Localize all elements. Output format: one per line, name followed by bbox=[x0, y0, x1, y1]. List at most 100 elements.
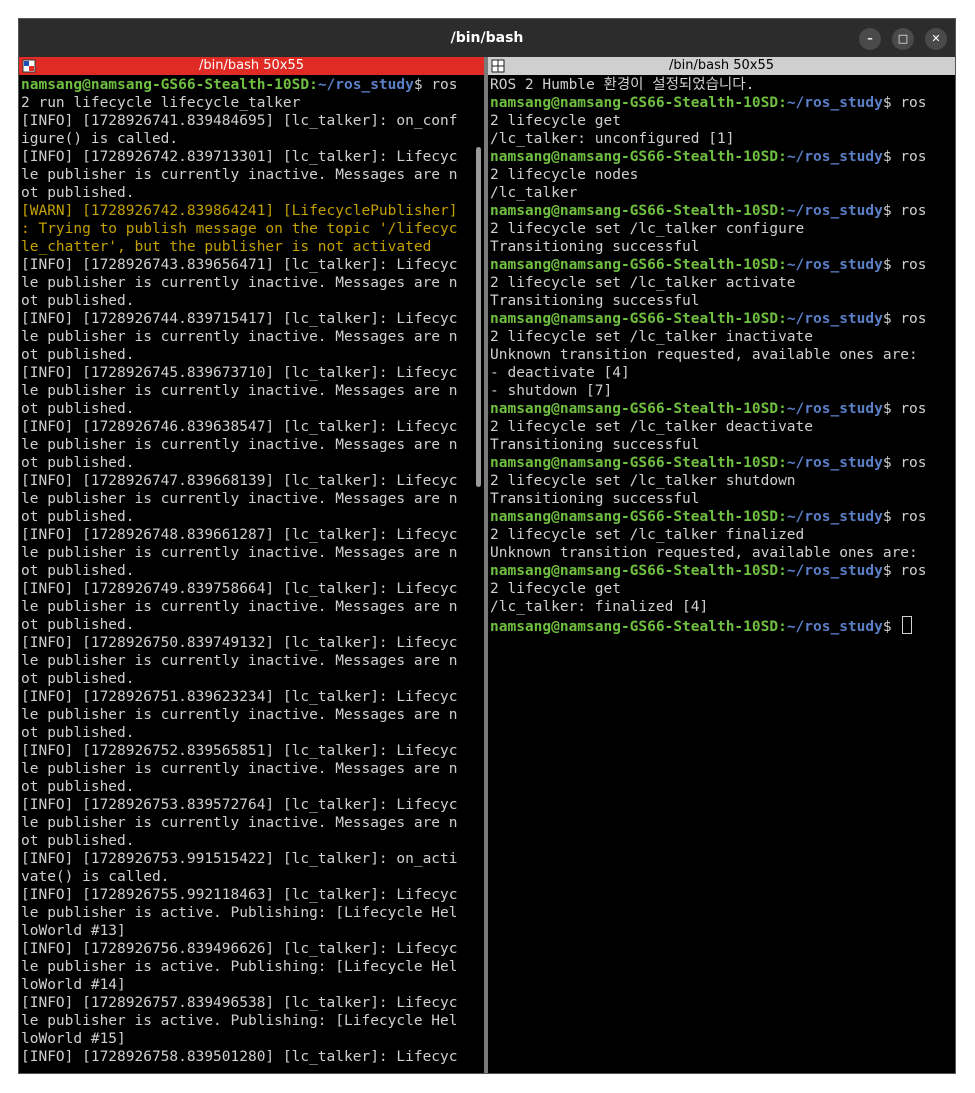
prompt-path: ~/ros_study bbox=[786, 95, 883, 111]
command-text: $ ros bbox=[882, 455, 927, 471]
title-bar[interactable]: /bin/bash – □ ✕ bbox=[19, 19, 955, 57]
output-line: [INFO] [1728926751.839623234] [lc_talker… bbox=[21, 688, 472, 706]
right-terminal-pane[interactable]: /bin/bash 50x55 ROS 2 Humble 환경이 설정되었습니다… bbox=[488, 57, 955, 1073]
output-line: [INFO] [1728926756.839496626] [lc_talker… bbox=[21, 940, 472, 958]
prompt-separator: : bbox=[778, 509, 787, 525]
output-line: ot published. bbox=[21, 508, 472, 526]
log-text: 2 lifecycle set /lc_talker deactivate bbox=[490, 419, 814, 435]
log-text: /lc_talker: finalized [4] bbox=[490, 599, 709, 615]
left-terminal-output[interactable]: namsang@namsang-GS66-Stealth-10SD:~/ros_… bbox=[21, 76, 472, 1073]
prompt-user: namsang@namsang-GS66-Stealth-10SD bbox=[490, 509, 779, 525]
minimize-button[interactable]: – bbox=[859, 28, 881, 50]
output-line: 2 lifecycle set /lc_talker activate bbox=[490, 274, 955, 292]
prompt-path: ~/ros_study bbox=[786, 257, 883, 273]
right-pane-header[interactable]: /bin/bash 50x55 bbox=[488, 57, 955, 75]
output-line: 2 run lifecycle lifecycle_talker bbox=[21, 94, 472, 112]
prompt-line: namsang@namsang-GS66-Stealth-10SD:~/ros_… bbox=[490, 400, 955, 418]
terminal-window: /bin/bash – □ ✕ /bin/bash 50x55 namsang@… bbox=[18, 18, 956, 1074]
output-line: 2 lifecycle set /lc_talker shutdown bbox=[490, 472, 955, 490]
log-text: Transitioning successful bbox=[490, 437, 700, 453]
output-line: igure() is called. bbox=[21, 130, 472, 148]
log-text: loWorld #13] bbox=[21, 923, 126, 939]
prompt-user: namsang@namsang-GS66-Stealth-10SD bbox=[490, 95, 779, 111]
output-line: Transitioning successful bbox=[490, 436, 955, 454]
prompt-path: ~/ros_study bbox=[786, 311, 883, 327]
prompt-user: namsang@namsang-GS66-Stealth-10SD bbox=[21, 77, 310, 93]
output-line: Unknown transition requested, available … bbox=[490, 346, 955, 364]
output-line: ot published. bbox=[21, 778, 472, 796]
log-text: [INFO] [1728926741.839484695] [lc_talker… bbox=[21, 113, 458, 129]
left-pane-header[interactable]: /bin/bash 50x55 bbox=[19, 57, 484, 75]
log-text: [INFO] [1728926746.839638547] [lc_talker… bbox=[21, 419, 458, 435]
log-text: [INFO] [1728926745.839673710] [lc_talker… bbox=[21, 365, 458, 381]
log-text: Transitioning successful bbox=[490, 293, 700, 309]
log-text: le publisher is currently inactive. Mess… bbox=[21, 383, 458, 399]
output-line: 2 lifecycle nodes bbox=[490, 166, 955, 184]
output-line: 2 lifecycle get bbox=[490, 580, 955, 598]
prompt-separator: : bbox=[778, 149, 787, 165]
log-text: le publisher is currently inactive. Mess… bbox=[21, 275, 458, 291]
log-text: [INFO] [1728926757.839496538] [lc_talker… bbox=[21, 995, 458, 1011]
output-line: [INFO] [1728926741.839484695] [lc_talker… bbox=[21, 112, 472, 130]
log-text: le publisher is active. Publishing: [Lif… bbox=[21, 959, 458, 975]
output-line: ot published. bbox=[21, 616, 472, 634]
output-line: Transitioning successful bbox=[490, 238, 955, 256]
output-line: le publisher is currently inactive. Mess… bbox=[21, 706, 472, 724]
prompt-line: namsang@namsang-GS66-Stealth-10SD:~/ros_… bbox=[490, 256, 955, 274]
log-text: ot published. bbox=[21, 455, 135, 471]
prompt-line: namsang@namsang-GS66-Stealth-10SD:~/ros_… bbox=[490, 148, 955, 166]
left-scrollbar[interactable] bbox=[476, 147, 481, 487]
output-line: ot published. bbox=[21, 670, 472, 688]
log-text: le publisher is currently inactive. Mess… bbox=[21, 545, 458, 561]
close-button[interactable]: ✕ bbox=[925, 28, 947, 50]
prompt-path: ~/ros_study bbox=[786, 563, 883, 579]
output-line: [INFO] [1728926745.839673710] [lc_talker… bbox=[21, 364, 472, 382]
prompt-line: namsang@namsang-GS66-Stealth-10SD:~/ros_… bbox=[21, 76, 472, 94]
log-text: Unknown transition requested, available … bbox=[490, 545, 918, 561]
output-line: ROS 2 Humble 환경이 설정되었습니다. bbox=[490, 76, 955, 94]
log-text: le publisher is currently inactive. Mess… bbox=[21, 599, 458, 615]
prompt-separator: : bbox=[778, 455, 787, 471]
output-line: vate() is called. bbox=[21, 868, 472, 886]
output-line: /lc_talker: finalized [4] bbox=[490, 598, 955, 616]
log-text: 2 lifecycle set /lc_talker activate bbox=[490, 275, 796, 291]
output-line: le publisher is currently inactive. Mess… bbox=[21, 166, 472, 184]
output-line: le publisher is currently inactive. Mess… bbox=[21, 814, 472, 832]
command-text: $ ros bbox=[413, 77, 458, 93]
right-terminal-output[interactable]: ROS 2 Humble 환경이 설정되었습니다. namsang@namsang… bbox=[490, 76, 955, 1073]
split-pane-icon[interactable] bbox=[22, 59, 36, 73]
warn-text: le_chatter', but the publisher is not ac… bbox=[21, 239, 432, 255]
prompt-line: namsang@namsang-GS66-Stealth-10SD:~/ros_… bbox=[490, 562, 955, 580]
output-line: le publisher is currently inactive. Mess… bbox=[21, 328, 472, 346]
log-text: [INFO] [1728926742.839713301] [lc_talker… bbox=[21, 149, 458, 165]
output-line: ot published. bbox=[21, 400, 472, 418]
log-text: - shutdown [7] bbox=[490, 383, 613, 399]
log-text: [INFO] [1728926751.839623234] [lc_talker… bbox=[21, 689, 458, 705]
log-text: [INFO] [1728926752.839565851] [lc_talker… bbox=[21, 743, 458, 759]
output-line: le publisher is currently inactive. Mess… bbox=[21, 274, 472, 292]
log-text: - deactivate [4] bbox=[490, 365, 630, 381]
log-text: le publisher is currently inactive. Mess… bbox=[21, 491, 458, 507]
output-line: le publisher is currently inactive. Mess… bbox=[21, 436, 472, 454]
command-text: $ ros bbox=[882, 203, 927, 219]
log-text: [INFO] [1728926753.839572764] [lc_talker… bbox=[21, 797, 458, 813]
warn-text: [WARN] [1728926742.839864241] [Lifecycle… bbox=[21, 203, 458, 219]
prompt-separator: : bbox=[309, 77, 318, 93]
log-text: ot published. bbox=[21, 563, 135, 579]
output-line: ot published. bbox=[21, 832, 472, 850]
output-line: [INFO] [1728926750.839749132] [lc_talker… bbox=[21, 634, 472, 652]
prompt-line: namsang@namsang-GS66-Stealth-10SD:~/ros_… bbox=[490, 310, 955, 328]
log-text: Transitioning successful bbox=[490, 239, 700, 255]
output-line: [INFO] [1728926744.839715417] [lc_talker… bbox=[21, 310, 472, 328]
prompt-line: namsang@namsang-GS66-Stealth-10SD:~/ros_… bbox=[490, 202, 955, 220]
split-pane-icon[interactable] bbox=[491, 59, 505, 73]
log-text: [INFO] [1728926758.839501280] [lc_talker… bbox=[21, 1049, 458, 1065]
log-text: 2 lifecycle get bbox=[490, 113, 621, 129]
text-cursor[interactable] bbox=[902, 616, 913, 634]
output-line: [INFO] [1728926742.839713301] [lc_talker… bbox=[21, 148, 472, 166]
output-line: 2 lifecycle set /lc_talker inactivate bbox=[490, 328, 955, 346]
left-terminal-pane[interactable]: /bin/bash 50x55 namsang@namsang-GS66-Ste… bbox=[19, 57, 484, 1073]
prompt-separator: : bbox=[778, 203, 787, 219]
maximize-button[interactable]: □ bbox=[892, 28, 914, 50]
prompt-separator: : bbox=[778, 257, 787, 273]
